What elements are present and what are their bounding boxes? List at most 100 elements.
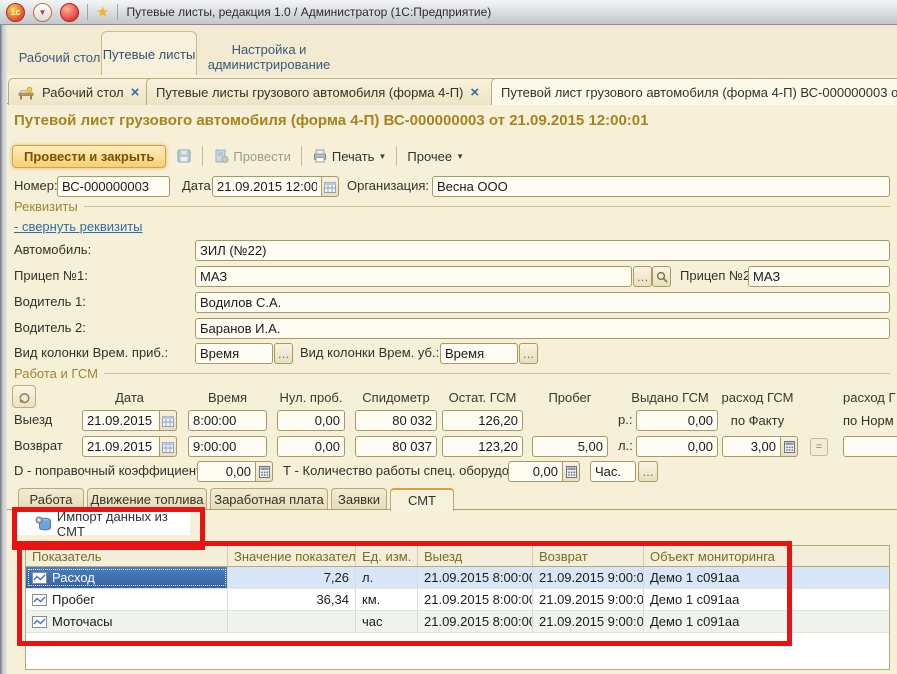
smt-table-header: Показатель Значение показателя Ед. изм. … — [26, 546, 889, 567]
smt-table: Показатель Значение показателя Ед. изм. … — [25, 545, 890, 670]
print-button[interactable]: Печать ▼ — [309, 146, 390, 166]
return-date-input[interactable] — [82, 436, 160, 457]
tab-settings-admin[interactable]: Настройка и администрирование — [199, 40, 339, 74]
departure-fuel-rest-input[interactable] — [442, 410, 523, 431]
windows-menu-button[interactable]: ▼ — [33, 3, 52, 22]
tab-salary[interactable]: Заработная плата — [210, 488, 328, 509]
departure-zero-run-input[interactable] — [277, 410, 345, 431]
special-equipment-input[interactable] — [508, 461, 563, 482]
tab-requests[interactable]: Заявки — [331, 488, 387, 509]
collapse-requisites-link[interactable]: - свернуть реквизиты — [14, 219, 143, 234]
trailer1-select-button[interactable]: … — [633, 266, 652, 287]
departure-column-select-button[interactable]: … — [519, 343, 538, 364]
calendar-button[interactable] — [322, 176, 339, 197]
departure-column-input[interactable] — [440, 343, 518, 364]
time-unit-input[interactable] — [590, 461, 636, 482]
grid-header-consumption: расход ГСМ — [710, 390, 805, 405]
calculator-button[interactable] — [563, 461, 580, 482]
more-button[interactable]: Прочее ▼ — [404, 147, 467, 166]
refresh-button[interactable] — [12, 385, 36, 408]
tab-smt[interactable]: СМТ — [390, 488, 454, 511]
departure-row-label: Выезд — [14, 410, 52, 430]
grid-header-fuel-rest: Остат. ГСМ — [442, 390, 523, 405]
return-row-label: Возврат — [14, 436, 63, 456]
tab-waybills[interactable]: Путевые листы — [101, 31, 197, 76]
column-header-departure[interactable]: Выезд — [418, 546, 533, 566]
table-row[interactable]: Моточасы час 21.09.2015 8:00:00 21.09.20… — [26, 611, 889, 633]
close-icon[interactable]: × — [470, 85, 479, 100]
return-issued-input[interactable] — [636, 436, 718, 457]
table-row[interactable]: Пробег 36,34 км. 21.09.2015 8:00:00 21.0… — [26, 589, 889, 611]
calculator-button[interactable] — [781, 436, 798, 457]
close-icon[interactable]: × — [131, 85, 140, 100]
organization-input[interactable] — [432, 176, 890, 197]
vehicle-input[interactable] — [195, 240, 890, 261]
save-icon — [176, 148, 192, 164]
favorites-star-icon[interactable]: ★ — [96, 5, 109, 20]
trailer1-search-button[interactable] — [652, 266, 671, 287]
status-circle-button[interactable] — [60, 3, 79, 22]
save-button[interactable] — [173, 146, 195, 166]
vehicle-label: Автомобиль: — [14, 240, 91, 260]
doc-tab-waybill-document[interactable]: Путевой лист грузового автомобиля (форма… — [491, 78, 897, 105]
date-label: Дата: — [182, 176, 214, 196]
calculator-icon — [784, 441, 795, 453]
toolbar: Провести и закрыть Провести Печать ▼ Про… — [12, 143, 467, 169]
post-and-close-button[interactable]: Провести и закрыть — [12, 145, 166, 168]
doc-tab-waybill-list[interactable]: Путевые листы грузового автомобиля (форм… — [146, 78, 505, 105]
database-import-icon — [35, 516, 51, 532]
calculator-icon — [566, 466, 577, 478]
arrival-column-select-button[interactable]: … — [274, 343, 293, 364]
grid-header-date: Дата — [82, 390, 177, 405]
import-smt-button[interactable]: Импорт данных из СМТ — [17, 512, 190, 535]
correction-coefficient-input[interactable] — [197, 461, 256, 482]
chevron-down-icon: ▼ — [378, 152, 386, 161]
post-button[interactable]: Провести — [210, 146, 294, 166]
correction-coefficient-group — [197, 461, 273, 482]
app-logo-icon[interactable]: 1с — [6, 3, 25, 22]
calculator-button[interactable] — [256, 461, 273, 482]
fuel-group-header: Работа и ГСМ — [14, 366, 890, 381]
date-input[interactable] — [212, 176, 322, 197]
departure-time-input[interactable] — [188, 410, 267, 431]
calculator-icon — [259, 466, 270, 478]
tab-fuel-flow[interactable]: Движение топлива — [87, 488, 207, 509]
return-time-input[interactable] — [188, 436, 267, 457]
tab-desktop[interactable]: Рабочий стол — [18, 40, 101, 74]
tab-work[interactable]: Работа — [18, 488, 84, 509]
chart-icon — [32, 594, 47, 606]
column-header-unit[interactable]: Ед. изм. — [356, 546, 418, 566]
trailer1-input[interactable] — [195, 266, 632, 287]
toolbar-divider — [301, 146, 302, 166]
driver1-input[interactable] — [195, 292, 890, 313]
column-header-indicator[interactable]: Показатель — [26, 546, 228, 566]
departure-odometer-input[interactable] — [355, 410, 437, 431]
calendar-button[interactable] — [160, 410, 177, 431]
departure-issued-input[interactable] — [636, 410, 718, 431]
consumption-norm-input[interactable] — [843, 436, 897, 457]
doc-tab-desktop[interactable]: Рабочий стол × — [8, 78, 161, 105]
post-icon — [213, 148, 229, 164]
arrival-column-input[interactable] — [195, 343, 273, 364]
column-header-monitoring-object[interactable]: Объект мониторинга — [644, 546, 889, 566]
departure-date-input[interactable] — [82, 410, 160, 431]
number-input[interactable] — [57, 176, 170, 197]
calendar-button[interactable] — [160, 436, 177, 457]
time-unit-select-button[interactable]: … — [638, 461, 658, 482]
table-row[interactable]: Расход 7,26 л. 21.09.2015 8:00:00 21.09.… — [26, 567, 889, 589]
return-odometer-input[interactable] — [355, 436, 437, 457]
page-tab-bar: Работа Движение топлива Заработная плата… — [7, 488, 897, 510]
column-header-return[interactable]: Возврат — [533, 546, 644, 566]
consumption-fact-group — [722, 436, 798, 457]
column-header-value[interactable]: Значение показателя — [228, 546, 356, 566]
grid-header-odometer: Спидометр — [355, 390, 437, 405]
driver2-input[interactable] — [195, 318, 890, 339]
return-mileage-input[interactable] — [532, 436, 608, 457]
titlebar-divider — [87, 4, 88, 20]
trailer2-input[interactable] — [748, 266, 890, 287]
equals-button[interactable]: = — [810, 438, 828, 456]
organization-label: Организация: — [347, 176, 429, 196]
return-fuel-rest-input[interactable] — [442, 436, 523, 457]
return-zero-run-input[interactable] — [277, 436, 345, 457]
consumption-fact-input[interactable] — [722, 436, 781, 457]
